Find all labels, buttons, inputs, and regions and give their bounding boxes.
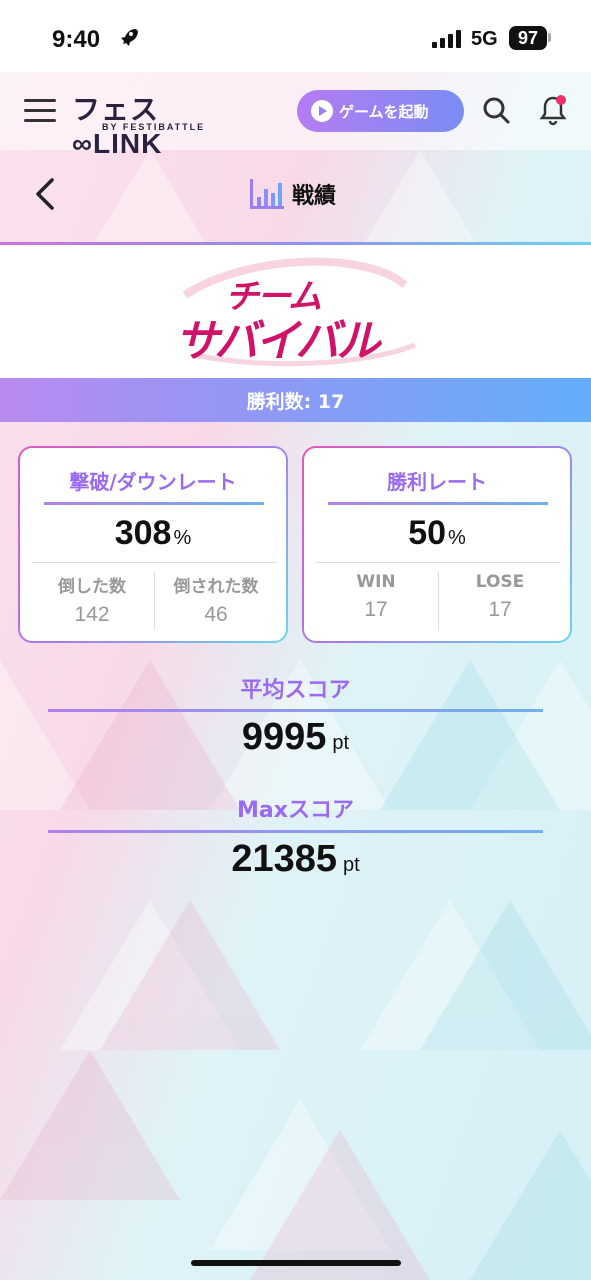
banner-line2: サバイバル [175,316,380,367]
app-logo[interactable]: フェス∞LINK BY FESTIBATTLE [72,88,242,159]
launch-icon [311,100,333,122]
mode-banner: チーム サバイバル [0,245,591,378]
max-score-underline [48,830,543,833]
team-survival-logo: チーム サバイバル [165,255,425,370]
divider [438,572,439,630]
kill-rate-card: 撃破/ダウンレート 308% 倒した数 142 倒された数 46 [18,446,288,643]
launch-game-button[interactable]: ゲームを起動 [297,90,464,132]
signal-icon [432,30,461,48]
home-indicator[interactable] [191,1260,401,1266]
battery-tip [548,33,551,42]
app-header: フェス∞LINK BY FESTIBATTLE ゲームを起動 [0,72,591,159]
kill-rate-value: 308% [114,514,192,552]
menu-icon[interactable] [24,99,56,123]
title-underline [328,502,548,505]
win-count-stat: WIN 17 [356,572,396,621]
page-title: 戦績 [248,176,336,212]
kill-rate-title: 撃破/ダウンレート [69,470,237,494]
kills-stat: 倒した数 142 [58,577,126,626]
rocket-icon [121,29,138,46]
bar-chart-icon [250,179,284,209]
wins-bar: 勝利数: 17 [0,378,591,422]
avg-score-label: 平均スコア [240,678,351,703]
avg-score-value: 9995 pt [241,716,350,758]
max-score-value: 21385 pt [231,838,360,880]
title-underline [44,502,264,505]
divider [154,572,155,630]
back-arrow-icon[interactable] [30,174,60,214]
network-type: 5G [471,28,498,50]
status-time: 9:40 [52,26,101,53]
win-rate-value: 50% [408,514,466,552]
max-score-label: Maxスコア [237,798,354,823]
battery-icon: 97 [509,26,547,50]
search-icon[interactable] [482,96,510,124]
win-rate-card: 勝利レート 50% WIN 17 LOSE 17 [302,446,572,643]
status-bar: 9:40 5G 97 [0,0,591,72]
deaths-stat: 倒された数 46 [173,577,259,626]
win-rate-title: 勝利レート [387,470,487,494]
notification-bell-icon[interactable] [539,94,567,126]
page-header: 戦績 [0,150,591,242]
lose-count-stat: LOSE 17 [475,572,525,621]
avg-score-underline [48,709,543,712]
divider [316,562,560,563]
divider [32,562,276,563]
